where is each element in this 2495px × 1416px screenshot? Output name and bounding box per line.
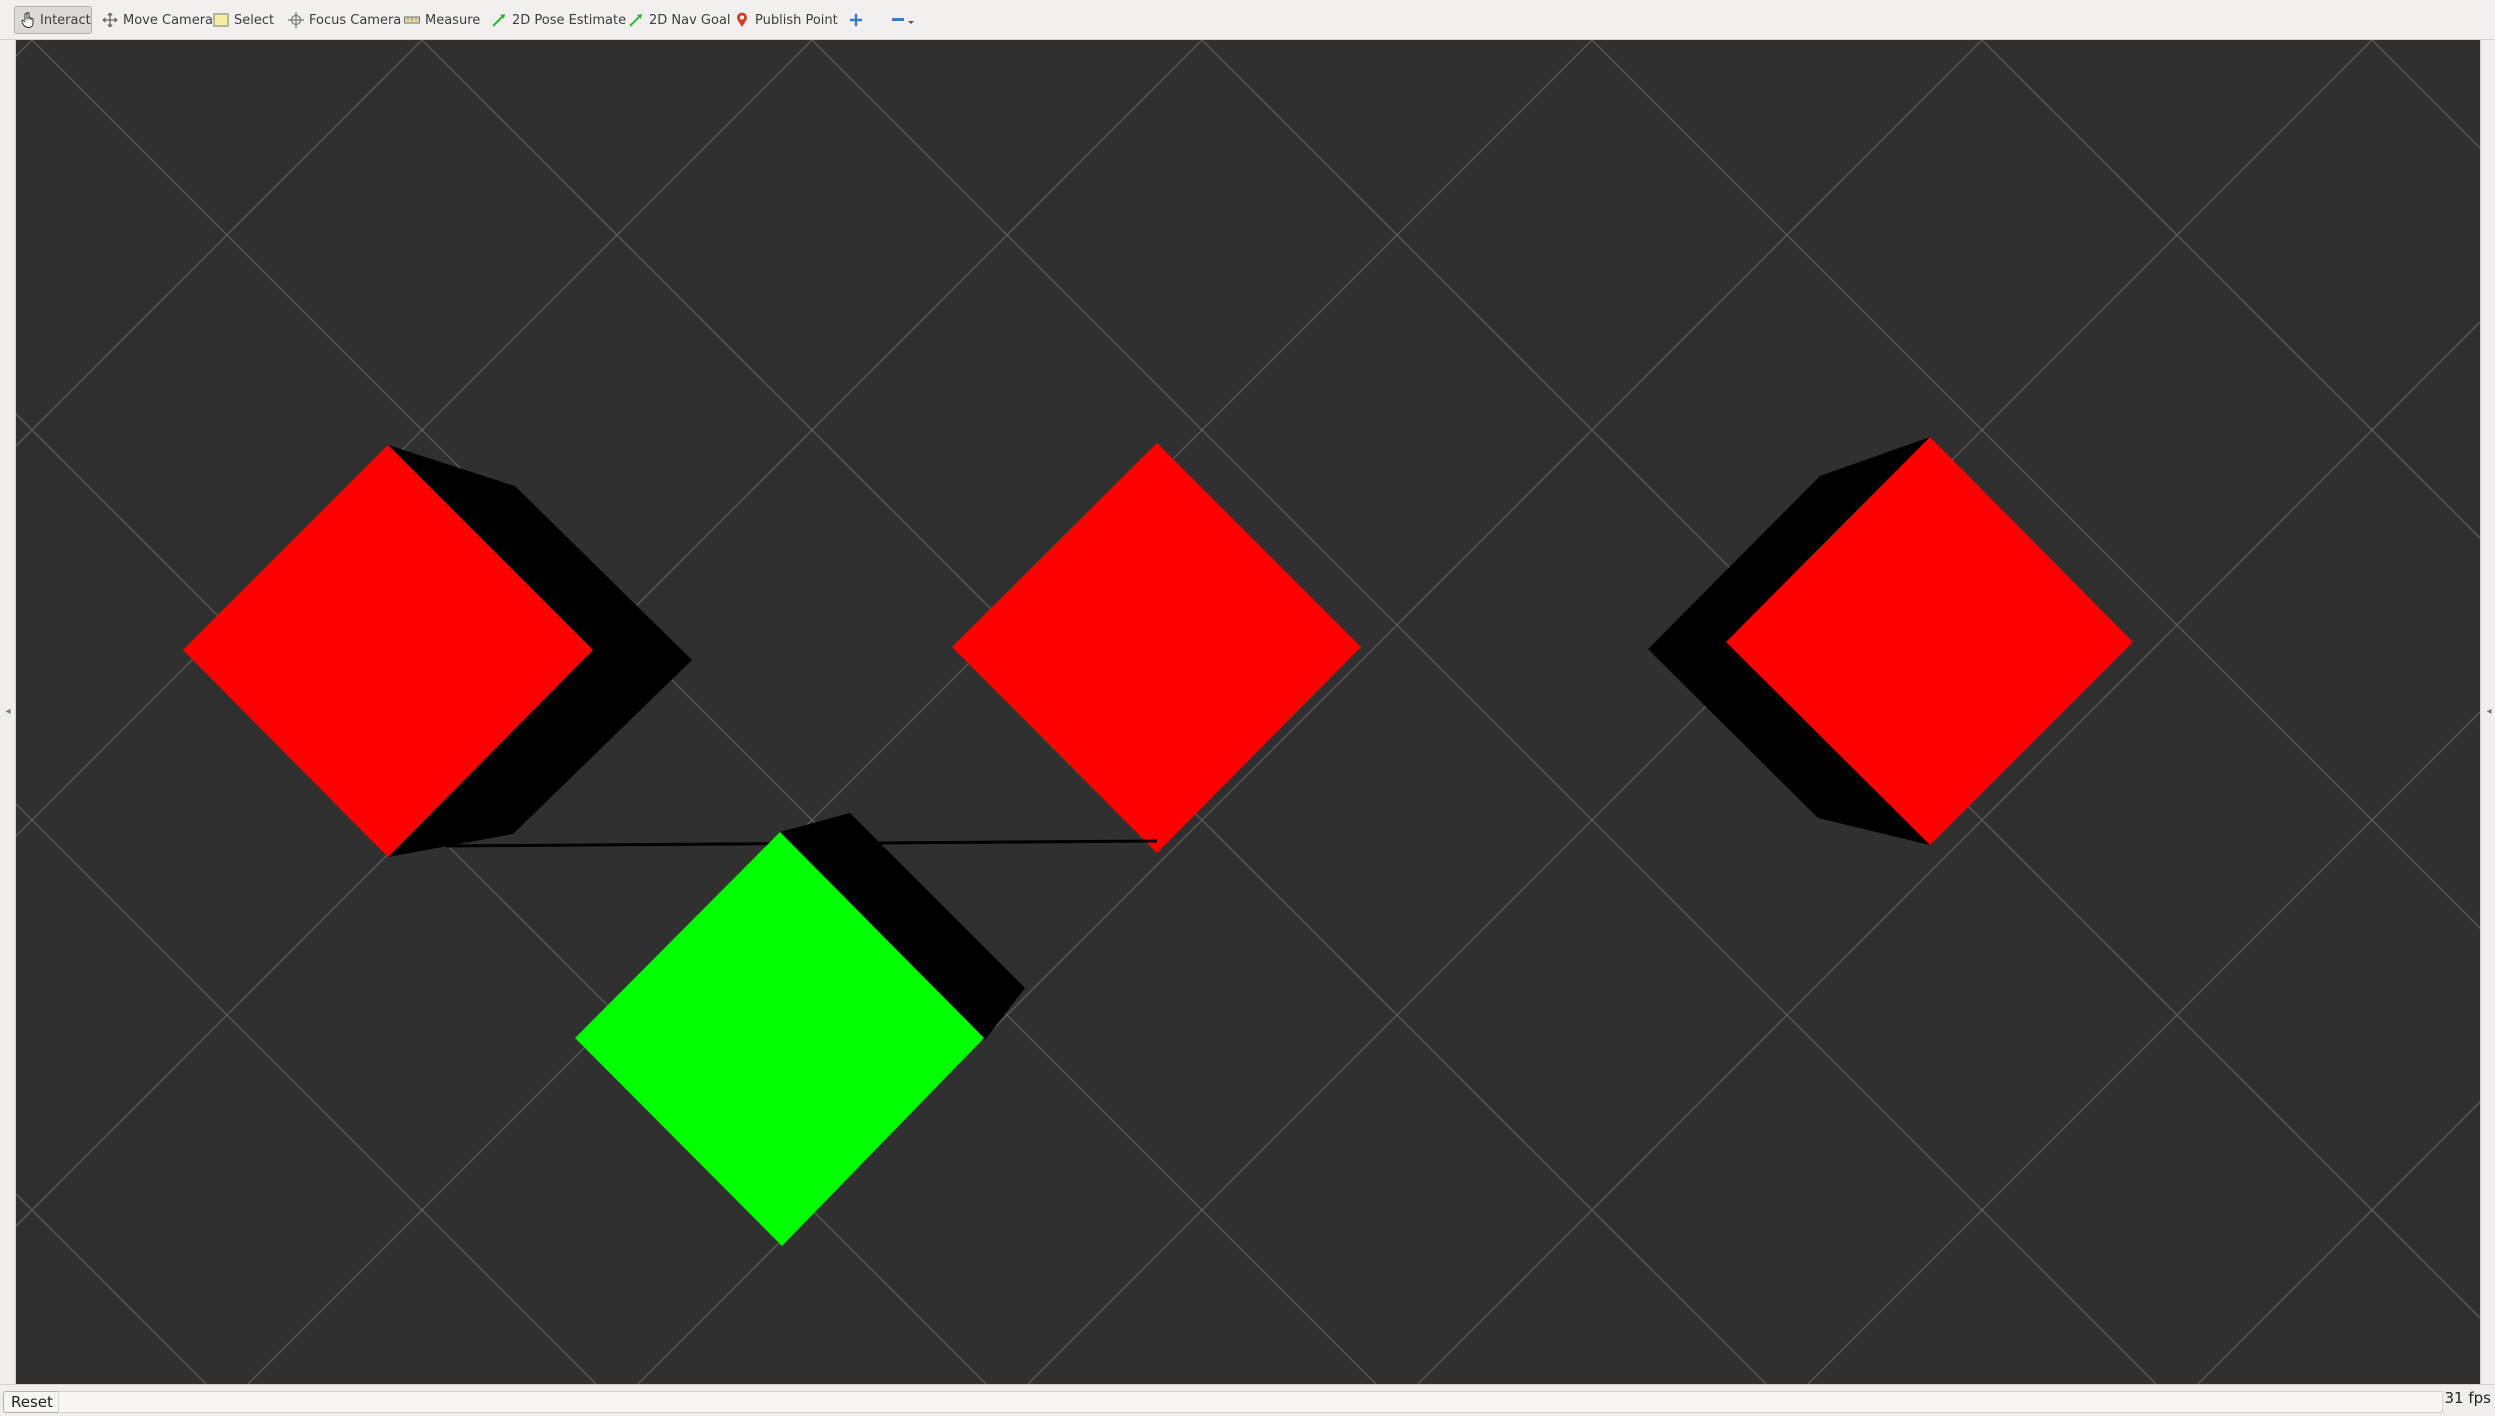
right-dock-handle[interactable]: ◂ [2480,40,2495,1384]
hand-cursor-icon [21,12,35,28]
status-message-field [58,1391,2443,1413]
focus-camera-tool-button[interactable]: Focus Camera [282,6,407,34]
left-dock-handle[interactable]: ◂ [0,40,16,1384]
2d-pose-estimate-tool-label: 2D Pose Estimate [512,12,627,28]
focus-crosshair-icon [288,12,304,28]
select-rectangle-icon [213,12,229,28]
interact-tool-label: Interact [40,12,91,28]
2d-nav-goal-tool-button[interactable]: 2D Nav Goal [622,6,737,34]
fps-counter: 31 fps [2444,1389,2491,1407]
render-scene[interactable] [16,40,2480,1384]
green-arrow-icon [628,12,644,28]
status-bar: Reset 31 fps [0,1384,2495,1416]
measure-tool-label: Measure [425,12,481,28]
focus-camera-tool-label: Focus Camera [309,12,402,28]
2d-pose-estimate-tool-button[interactable]: 2D Pose Estimate [485,6,632,34]
minus-dropdown-icon [890,12,918,28]
plus-icon [848,12,864,28]
publish-point-tool-button[interactable]: Publish Point [728,6,844,34]
remove-tool-button[interactable] [884,6,929,34]
move-camera-tool-label: Move Camera [123,12,214,28]
reset-button[interactable]: Reset [3,1391,61,1413]
ruler-icon [404,12,420,28]
collapse-left-arrow-icon[interactable]: ◂ [3,705,13,717]
green-arrow-icon [491,12,507,28]
collapse-right-arrow-icon[interactable]: ◂ [2484,705,2494,717]
interact-tool-button[interactable]: Interact [14,6,92,34]
tools-toolbar: Interact Move Camera Select Focus Camera… [0,0,2495,40]
3d-render-viewport[interactable] [16,40,2480,1384]
select-tool-button[interactable]: Select [207,6,280,34]
map-pin-icon [734,12,750,28]
select-tool-label: Select [234,12,275,28]
move-camera-tool-button[interactable]: Move Camera [96,6,219,34]
move-camera-icon [102,12,118,28]
add-tool-button[interactable] [842,6,875,34]
2d-nav-goal-tool-label: 2D Nav Goal [649,12,731,28]
publish-point-tool-label: Publish Point [755,12,838,28]
measure-tool-button[interactable]: Measure [398,6,486,34]
